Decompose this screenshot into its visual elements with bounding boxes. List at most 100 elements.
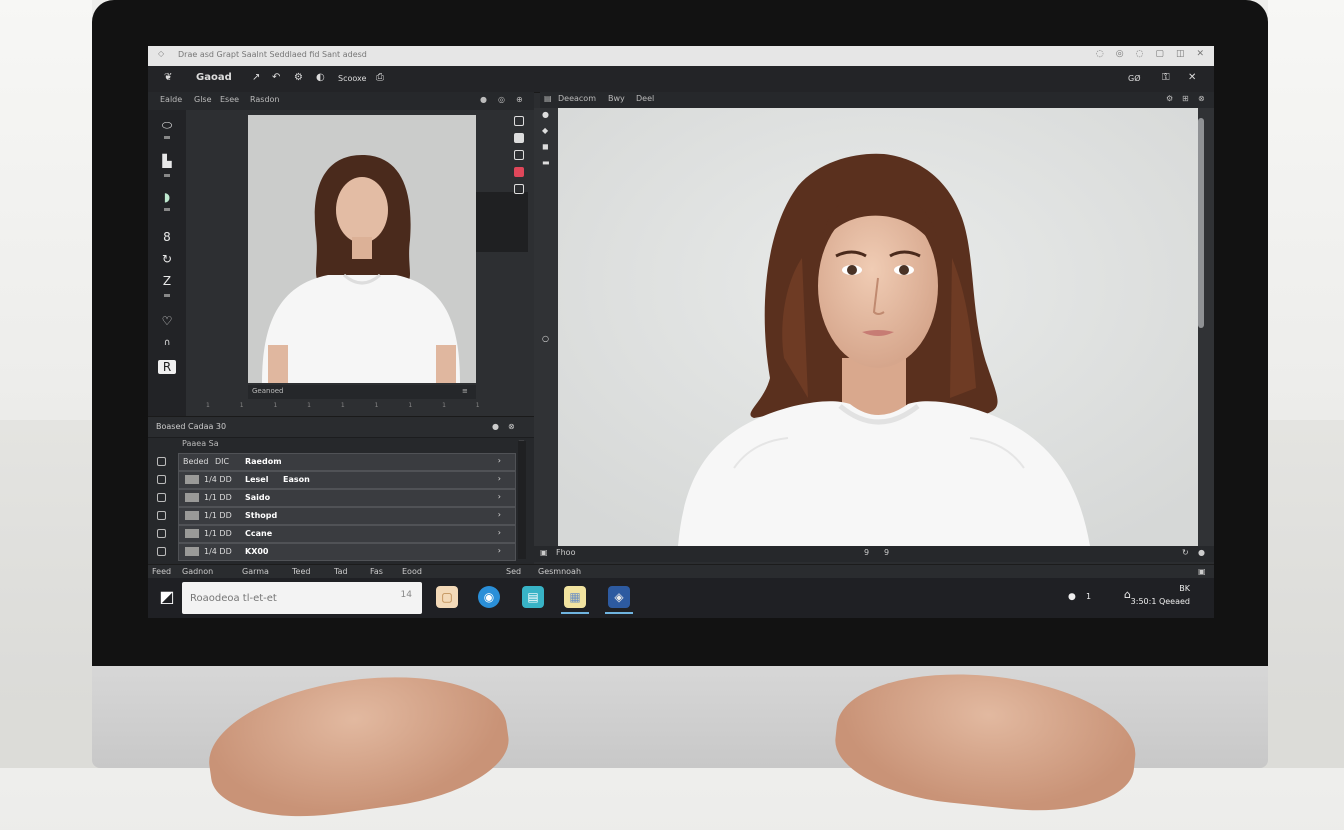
layer-icon[interactable] [514, 116, 524, 126]
browser-app-icon[interactable]: ◉ [478, 586, 500, 608]
tab-deel[interactable]: Deel [636, 94, 654, 103]
app-name[interactable]: Gaoad [196, 72, 232, 83]
tab-ealde[interactable]: Ealde [160, 95, 182, 104]
chevron-right-icon[interactable]: › [498, 510, 501, 519]
status-item[interactable]: Teed [292, 567, 310, 576]
warp-tool-icon[interactable]: ∩ [158, 336, 176, 350]
panel-settings-icon[interactable]: ◎ [498, 95, 505, 104]
tile-icon[interactable]: ▢ [1155, 49, 1164, 59]
heart-tool-icon[interactable]: ♡ [158, 314, 176, 328]
tab-rasdon[interactable]: Rasdon [250, 95, 280, 104]
chevron-right-icon[interactable]: › [498, 528, 501, 537]
tab-esee[interactable]: Esee [220, 95, 239, 104]
canvas-settings-icon[interactable]: ⚙ [1166, 94, 1173, 103]
start-icon[interactable]: ◩ [156, 586, 178, 608]
chevron-right-icon[interactable]: › [498, 456, 501, 465]
status-item[interactable]: Eood [402, 567, 422, 576]
fit-icon[interactable]: ● [1198, 548, 1205, 557]
move-tool-icon[interactable]: ● [542, 110, 549, 119]
clock[interactable]: BK 3:50:1 Qeeaed [1131, 582, 1190, 608]
layer-visibility-icon[interactable] [157, 457, 166, 466]
status-item[interactable]: Garma [242, 567, 269, 576]
chevron-right-icon[interactable]: › [498, 474, 501, 483]
layer-row[interactable]: 1/1 DD Saido › [157, 489, 516, 507]
status-item[interactable]: Tad [334, 567, 348, 576]
stamp-tool-icon[interactable]: ▙ [158, 154, 176, 168]
panel-option-icon[interactable]: ● [480, 95, 487, 104]
close-doc-icon[interactable]: ✕ [1188, 72, 1196, 83]
layers-options-icon[interactable]: ⊗ [508, 422, 515, 431]
status-item[interactable]: Fas [370, 567, 383, 576]
panel-expand-icon[interactable]: ⊕ [516, 95, 523, 104]
mask-tool-icon[interactable]: R [158, 360, 176, 374]
status-panel-icon[interactable]: ▣ [1198, 567, 1206, 576]
tab-deeacom[interactable]: Deeacom [558, 94, 596, 103]
color-swatch-panel[interactable] [476, 192, 528, 252]
chevron-right-icon[interactable]: › [498, 546, 501, 555]
maximize-icon[interactable]: ◌ [1136, 49, 1144, 59]
frame-icon[interactable]: ▣ [540, 548, 548, 557]
layer-row[interactable]: 1/4 DD Lesel Eason › [157, 471, 516, 489]
tray-network-icon[interactable]: ● [1068, 592, 1076, 602]
canvas-grid-icon[interactable]: ⊞ [1182, 94, 1189, 103]
brush-icon[interactable] [514, 150, 524, 160]
color-picker-icon[interactable] [514, 167, 524, 177]
taskbar-search[interactable]: 14 [182, 582, 422, 614]
chevron-right-icon[interactable]: › [498, 492, 501, 501]
hand-tool-icon[interactable]: ▬ [542, 158, 550, 167]
layers-toggle-icon[interactable]: ● [492, 422, 499, 431]
layer-row[interactable]: 1/1 DD Ccane › [157, 525, 516, 543]
app-logo-icon[interactable]: ❦ [164, 72, 172, 83]
restore-icon[interactable]: ◌ [1096, 49, 1104, 59]
layers-scrollbar[interactable] [518, 441, 526, 559]
zoom-left[interactable]: 9 [864, 548, 869, 557]
tab-glse[interactable]: Glse [194, 95, 212, 104]
canvas-scrollbar[interactable] [1198, 118, 1204, 328]
tool-label[interactable]: Scooxe [338, 74, 366, 83]
select-tool-icon[interactable]: ◆ [542, 126, 548, 135]
zoom-right[interactable]: 9 [884, 548, 889, 557]
lock-icon[interactable]: ⚿ [1162, 72, 1170, 83]
navigator-thumbnail[interactable] [248, 115, 476, 383]
layer-visibility-icon[interactable] [157, 475, 166, 484]
status-item[interactable]: Gesmnoah [538, 567, 581, 576]
notes-app-icon[interactable]: ▢ [436, 586, 458, 608]
save-icon[interactable]: ⎙ [376, 72, 384, 83]
editor-app-icon[interactable]: ◈ [605, 586, 633, 614]
layer-row[interactable]: Beded DIC Raedom › [157, 453, 516, 471]
zoom-tool-icon[interactable]: Z [158, 274, 176, 288]
canvas-close-icon[interactable]: ⊗ [1198, 94, 1205, 103]
layer-visibility-icon[interactable] [157, 529, 166, 538]
close-icon[interactable]: ✕ [1196, 49, 1204, 59]
fullscreen-icon[interactable]: ◫ [1176, 49, 1185, 59]
canvas-anchor-icon[interactable]: ○ [542, 334, 549, 343]
search-input[interactable] [188, 589, 382, 607]
tab-bwy[interactable]: Bwy [608, 94, 625, 103]
files-app-icon[interactable]: ▦ [561, 586, 589, 614]
undo-icon[interactable]: ↶ [272, 72, 280, 83]
status-item[interactable]: Sed [506, 567, 521, 576]
crop-tool-icon[interactable]: ◼ [542, 142, 549, 151]
leaf-tool-icon[interactable]: ◗ [158, 190, 176, 204]
main-canvas[interactable] [558, 108, 1198, 546]
store-app-icon[interactable]: ▤ [522, 586, 544, 608]
status-item[interactable]: Feed [152, 567, 171, 576]
layer-visibility-icon[interactable] [157, 511, 166, 520]
minimize-icon[interactable]: ◎ [1116, 49, 1124, 59]
caption-menu-icon[interactable]: ≡ [462, 387, 468, 395]
refresh-icon[interactable]: ↻ [1182, 548, 1189, 557]
lasso-tool-icon[interactable]: ⬭ [158, 118, 176, 132]
eye-icon[interactable] [514, 184, 524, 194]
layer-row[interactable]: 1/1 DD Sthopd › [157, 507, 516, 525]
share-icon[interactable]: ↗ [252, 72, 260, 83]
dodge-tool-icon[interactable]: 8 [158, 230, 176, 244]
settings-icon[interactable]: ⚙ [294, 72, 303, 83]
layer-row[interactable]: 1/4 DD KX00 › [157, 543, 516, 561]
canvas-menu-icon[interactable]: ▤ [544, 94, 552, 103]
toolbar-right-label[interactable]: GØ [1128, 74, 1141, 83]
status-item[interactable]: Gadnon [182, 567, 213, 576]
fill-icon[interactable] [514, 133, 524, 143]
rotate-tool-icon[interactable]: ↻ [158, 252, 176, 266]
layer-visibility-icon[interactable] [157, 493, 166, 502]
layer-visibility-icon[interactable] [157, 547, 166, 556]
